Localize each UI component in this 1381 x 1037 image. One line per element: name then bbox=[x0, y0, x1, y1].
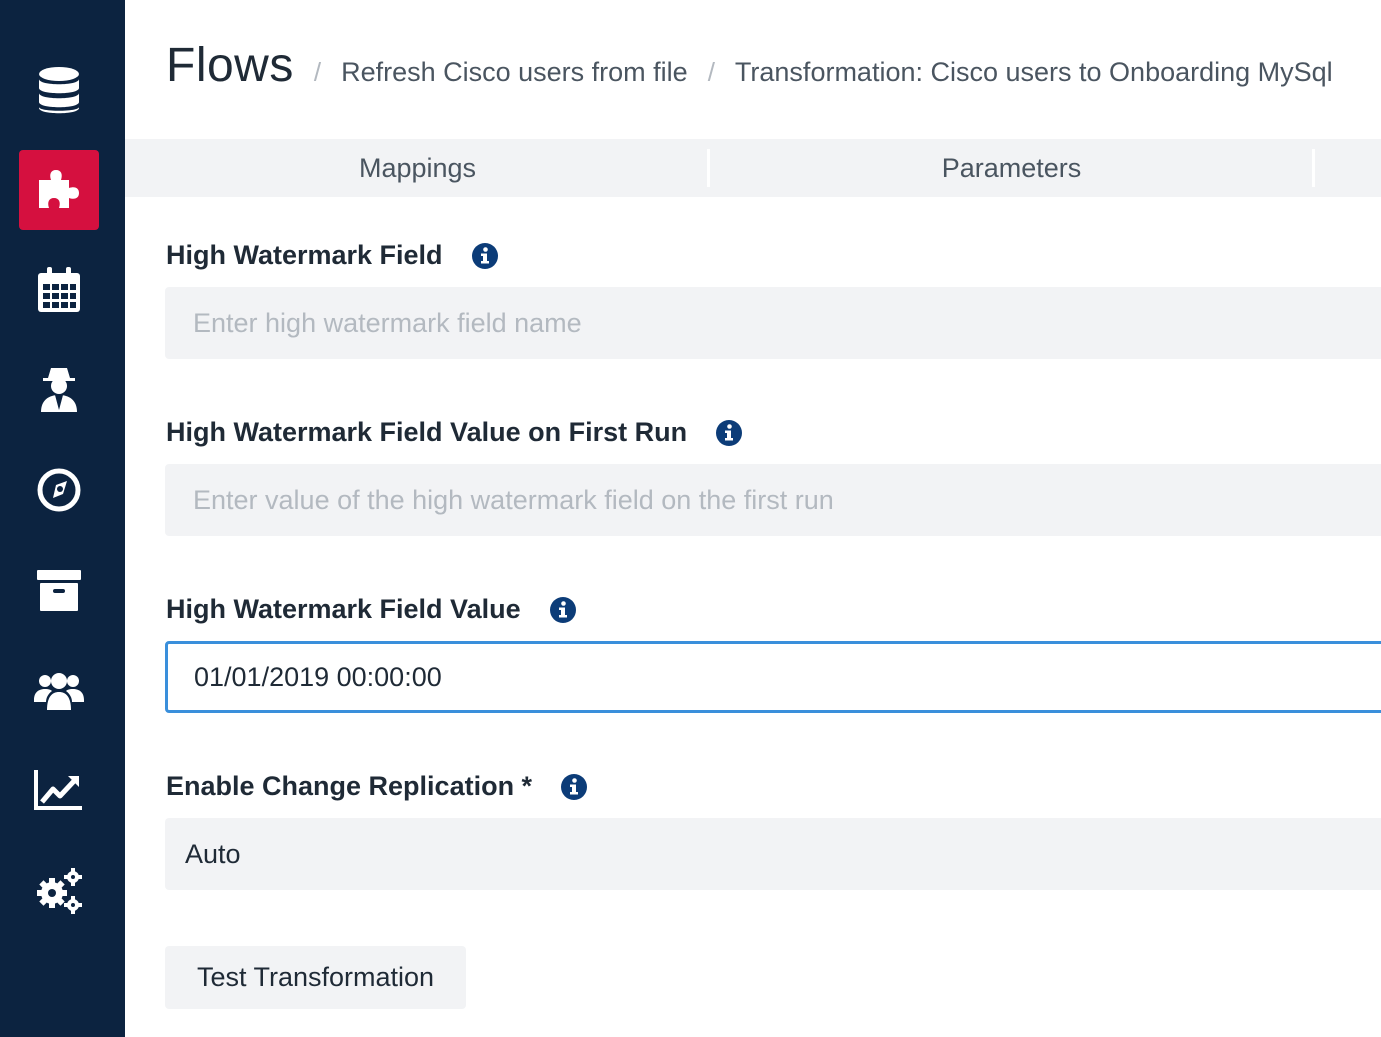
nav-users[interactable] bbox=[19, 650, 99, 730]
hwm-field-input[interactable] bbox=[165, 287, 1381, 359]
puzzle-icon bbox=[39, 170, 79, 208]
breadcrumb-separator: / bbox=[313, 57, 322, 87]
test-transformation-button[interactable]: Test Transformation bbox=[165, 946, 466, 1009]
label-text: High Watermark Field Value on First Run bbox=[166, 417, 688, 447]
nav-explore[interactable] bbox=[19, 450, 99, 530]
sidebar bbox=[0, 0, 125, 1037]
breadcrumb: Flows / Refresh Cisco users from file / … bbox=[166, 38, 1333, 93]
nav-flows[interactable] bbox=[19, 150, 99, 230]
info-icon[interactable] bbox=[471, 242, 499, 270]
hwm-value-input[interactable] bbox=[165, 641, 1381, 713]
breadcrumb-flow-link[interactable]: Refresh Cisco users from file bbox=[341, 57, 688, 88]
info-icon[interactable] bbox=[549, 596, 577, 624]
tab-parameters[interactable]: Parameters bbox=[710, 139, 1313, 197]
chart-line-icon bbox=[34, 770, 82, 810]
agent-icon bbox=[41, 368, 77, 412]
hwm-first-run-label: High Watermark Field Value on First Run bbox=[166, 417, 743, 448]
calendar-icon bbox=[38, 267, 80, 312]
tab-divider bbox=[1312, 149, 1315, 187]
nav-archive[interactable] bbox=[19, 550, 99, 630]
database-icon bbox=[39, 67, 79, 114]
hwm-value-label: High Watermark Field Value bbox=[166, 594, 577, 625]
hwm-field-label: High Watermark Field bbox=[166, 240, 499, 271]
tab-bar: Mappings Parameters bbox=[125, 139, 1381, 197]
label-text: High Watermark Field bbox=[166, 240, 443, 270]
hwm-first-run-input[interactable] bbox=[165, 464, 1381, 536]
compass-icon bbox=[37, 468, 81, 512]
info-icon[interactable] bbox=[715, 419, 743, 447]
change-replication-select[interactable]: Auto bbox=[165, 818, 1381, 890]
label-text: Enable Change Replication * bbox=[166, 771, 533, 801]
users-icon bbox=[34, 673, 84, 710]
tab-label: Mappings bbox=[358, 152, 477, 183]
page-title: Flows bbox=[166, 39, 294, 92]
gears-icon bbox=[37, 868, 82, 914]
breadcrumb-separator: / bbox=[707, 57, 715, 87]
select-value: Auto bbox=[185, 838, 241, 869]
nav-schedule[interactable] bbox=[19, 250, 99, 330]
archive-icon bbox=[37, 570, 81, 611]
change-replication-label: Enable Change Replication * bbox=[166, 771, 588, 802]
nav-agents[interactable] bbox=[19, 350, 99, 430]
label-text: High Watermark Field Value bbox=[166, 594, 521, 624]
nav-settings[interactable] bbox=[19, 850, 99, 930]
info-icon[interactable] bbox=[560, 773, 588, 801]
breadcrumb-transformation: Transformation: Cisco users to Onboardin… bbox=[734, 57, 1333, 87]
nav-datasets[interactable] bbox=[19, 50, 99, 130]
tab-label: Parameters bbox=[941, 152, 1082, 183]
tab-mappings[interactable]: Mappings bbox=[125, 139, 710, 197]
nav-analytics[interactable] bbox=[19, 750, 99, 830]
